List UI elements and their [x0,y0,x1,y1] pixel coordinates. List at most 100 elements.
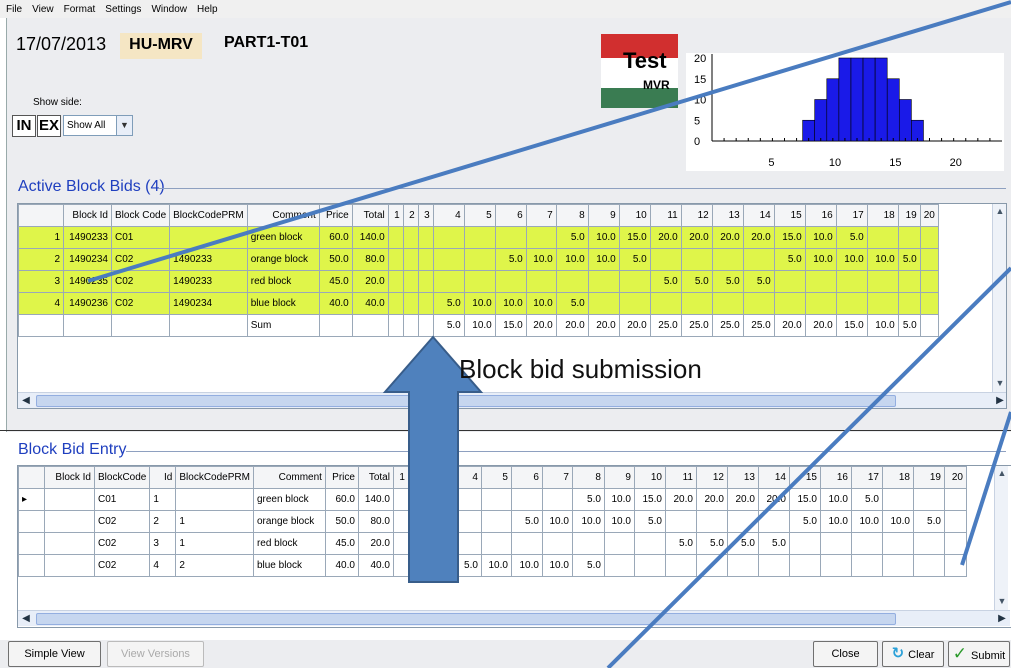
entry-col-header[interactable]: BlockCodePRM [175,466,254,489]
entry-col-header[interactable]: 20 [943,466,967,489]
active-col-header[interactable]: 13 [711,204,744,227]
table-cell[interactable]: 1 [175,510,254,533]
table-cell[interactable]: 10.0 [571,510,605,533]
table-cell[interactable] [571,532,605,555]
table-cell[interactable] [912,554,945,577]
table-cell[interactable] [835,270,868,293]
table-cell[interactable]: 140.0 [351,226,389,249]
table-cell[interactable] [804,292,837,315]
table-cell[interactable]: 45.0 [324,532,359,555]
scroll-right-icon[interactable]: ▶ [992,393,1006,408]
table-cell[interactable]: C02 [93,510,151,533]
table-row[interactable]: 2 1490234 C02 1490233 orange block 50.0 80.0 5.… [18,248,939,271]
table-cell[interactable]: 10.0 [603,510,635,533]
ex-button[interactable]: EX [37,115,61,137]
table-cell[interactable] [943,554,967,577]
table-cell[interactable] [417,248,434,271]
active-col-header[interactable]: BlockCodePRM [169,204,248,227]
entry-col-header[interactable]: 19 [912,466,945,489]
table-cell[interactable] [525,270,557,293]
scroll-left-icon[interactable]: ◀ [18,393,34,408]
entry-col-header[interactable]: BlockCode [93,466,151,489]
table-cell[interactable]: 15.0 [618,226,651,249]
table-cell[interactable]: 60.0 [324,488,359,511]
entry-col-header[interactable]: 12 [695,466,728,489]
entry-col-header[interactable]: 11 [664,466,697,489]
table-cell[interactable] [633,532,666,555]
table-cell[interactable]: 15.0 [633,488,666,511]
table-cell[interactable]: 5.0 [571,488,605,511]
table-cell[interactable]: 20.0 [742,226,775,249]
table-cell[interactable]: 40.0 [318,292,353,315]
table-cell[interactable]: 5.0 [835,226,868,249]
table-cell[interactable] [919,292,939,315]
entry-col-header[interactable]: 1 [392,466,409,489]
scroll-right-icon[interactable]: ▶ [994,611,1010,627]
simple-view-button[interactable]: Simple View [8,641,101,667]
table-cell[interactable] [649,248,682,271]
active-col-header[interactable]: 19 [897,204,921,227]
entry-col-header[interactable] [18,466,45,489]
in-button[interactable]: IN [12,115,36,137]
entry-col-header[interactable]: 3 [422,466,454,489]
table-cell[interactable]: 2 [175,554,254,577]
table-cell[interactable]: 5.0 [695,532,728,555]
table-cell[interactable] [618,292,651,315]
active-col-header[interactable]: 3 [417,204,434,227]
table-cell[interactable] [897,226,921,249]
table-cell[interactable]: 10.0 [835,248,868,271]
view-versions-button[interactable]: View Versions [107,641,204,667]
table-cell[interactable]: 40.0 [351,292,389,315]
table-cell[interactable]: 10.0 [541,554,573,577]
table-cell[interactable] [175,488,254,511]
table-cell[interactable]: 10.0 [494,292,527,315]
table-cell[interactable] [881,488,914,511]
active-col-header[interactable]: 12 [680,204,713,227]
table-cell[interactable] [773,292,806,315]
table-cell[interactable]: 10.0 [587,248,620,271]
table-cell[interactable]: orange block [252,510,326,533]
table-cell[interactable] [18,532,45,555]
table-cell[interactable]: 10.0 [555,248,589,271]
table-cell[interactable]: 10.0 [881,510,914,533]
table-cell[interactable] [422,554,454,577]
active-col-header[interactable]: 8 [555,204,589,227]
table-cell[interactable]: green block [252,488,326,511]
table-cell[interactable]: 1 [149,488,177,511]
active-col-header[interactable]: Total [351,204,389,227]
entry-col-header[interactable]: Block Id [44,466,95,489]
scroll-down-icon[interactable]: ▼ [995,594,1009,608]
table-cell[interactable] [387,292,404,315]
table-cell[interactable]: 2 [18,248,64,271]
table-cell[interactable] [881,554,914,577]
active-col-header[interactable]: 9 [587,204,620,227]
entry-col-header[interactable]: 15 [788,466,821,489]
table-cell[interactable]: 5.0 [510,510,543,533]
active-col-header[interactable]: 15 [773,204,806,227]
table-cell[interactable]: 1490233 [63,226,112,249]
table-cell[interactable]: 80.0 [357,510,394,533]
table-cell[interactable]: 3 [18,270,64,293]
table-cell[interactable] [480,488,512,511]
table-cell[interactable] [819,532,852,555]
table-row[interactable]: 1 1490233 C01 green block 60.0 140.0 5.0 10.0 15… [18,226,939,249]
table-cell[interactable] [18,554,45,577]
active-col-header[interactable]: 10 [618,204,651,227]
table-cell[interactable]: 5.0 [571,554,605,577]
table-cell[interactable] [432,226,465,249]
table-cell[interactable] [422,510,454,533]
table-cell[interactable] [463,248,496,271]
table-cell[interactable]: blue block [246,292,320,315]
active-col-header[interactable]: 11 [649,204,682,227]
table-cell[interactable]: 80.0 [351,248,389,271]
table-cell[interactable] [422,532,454,555]
active-col-header[interactable]: 5 [463,204,496,227]
table-cell[interactable] [452,488,482,511]
table-cell[interactable] [695,510,728,533]
table-cell[interactable] [555,270,589,293]
table-cell[interactable]: 5.0 [912,510,945,533]
table-cell[interactable] [392,488,409,511]
table-cell[interactable]: 10.0 [525,292,557,315]
table-cell[interactable] [726,554,759,577]
table-cell[interactable]: 20.0 [726,488,759,511]
